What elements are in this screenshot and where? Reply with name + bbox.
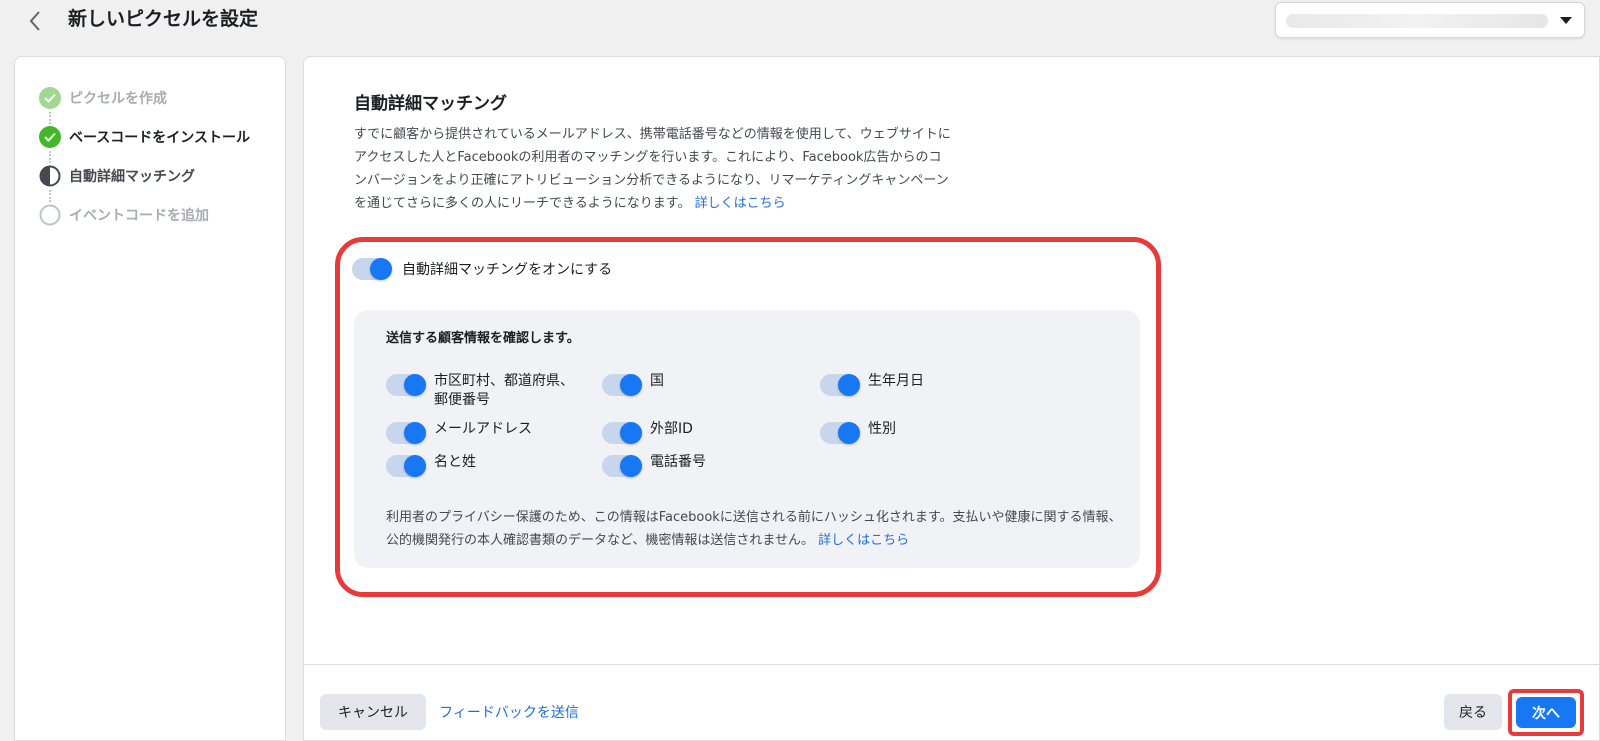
main-panel: 自動詳細マッチング すでに顧客から提供されているメールアドレス、携帯電話番号など… bbox=[303, 56, 1600, 741]
step-add-event-code: イベントコードを追加 bbox=[39, 203, 209, 227]
field-gender: 性別 bbox=[820, 420, 896, 444]
step-label: イベントコードを追加 bbox=[69, 208, 209, 224]
field-label: 性別 bbox=[868, 421, 896, 437]
field-country: 国 bbox=[602, 372, 664, 396]
customer-info-card: 送信する顧客情報を確認します。 市区町村、都道府県、郵便番号 国 生年月日 メー… bbox=[354, 310, 1140, 568]
field-name: 名と姓 bbox=[386, 453, 476, 477]
field-toggle-phone[interactable] bbox=[602, 455, 642, 477]
field-email: メールアドレス bbox=[386, 420, 532, 444]
toggle-knob bbox=[620, 374, 642, 396]
privacy-learn-more-link[interactable]: 詳しくはこちら bbox=[818, 533, 909, 548]
field-toggle-birthdate[interactable] bbox=[820, 374, 860, 396]
toggle-knob bbox=[838, 374, 860, 396]
step-label: ピクセルを作成 bbox=[69, 91, 167, 107]
toggle-knob bbox=[404, 422, 426, 444]
half-circle-icon bbox=[39, 165, 61, 187]
back-arrow-button[interactable] bbox=[22, 6, 48, 36]
step-install-base-code: ベースコードをインストール bbox=[39, 125, 250, 149]
field-toggle-city-state-zip[interactable] bbox=[386, 374, 426, 396]
section-description: すでに顧客から提供されているメールアドレス、携帯電話番号などの情報を使用して、ウ… bbox=[354, 123, 952, 215]
step-create-pixel: ピクセルを作成 bbox=[39, 86, 167, 110]
auto-matching-toggle[interactable] bbox=[352, 258, 392, 280]
field-label: 電話番号 bbox=[650, 454, 706, 470]
privacy-note: 利用者のプライバシー保護のため、この情報はFacebookに送信される前にハッシ… bbox=[386, 506, 1126, 552]
toggle-knob bbox=[620, 422, 642, 444]
step-connector bbox=[49, 112, 51, 124]
empty-circle-icon bbox=[39, 204, 61, 226]
description-text: すでに顧客から提供されているメールアドレス、携帯電話番号などの情報を使用して、ウ… bbox=[354, 127, 951, 211]
send-feedback-link[interactable]: フィードバックを送信 bbox=[434, 694, 584, 730]
caret-down-icon bbox=[1560, 17, 1572, 24]
learn-more-link[interactable]: 詳しくはこちら bbox=[695, 196, 786, 211]
field-label: 生年月日 bbox=[868, 373, 924, 389]
check-circle-icon bbox=[39, 87, 61, 109]
field-birthdate: 生年月日 bbox=[820, 372, 924, 396]
footer-divider bbox=[303, 664, 1600, 665]
field-toggle-gender[interactable] bbox=[820, 422, 860, 444]
cancel-button[interactable]: キャンセル bbox=[320, 694, 426, 730]
field-label: メールアドレス bbox=[434, 421, 532, 437]
step-label: 自動詳細マッチング bbox=[69, 169, 195, 185]
check-circle-icon bbox=[39, 126, 61, 148]
toggle-knob bbox=[838, 422, 860, 444]
account-name-redacted bbox=[1286, 14, 1548, 28]
field-external-id: 外部ID bbox=[602, 420, 693, 444]
next-button-highlight bbox=[1508, 689, 1584, 736]
chevron-left-icon bbox=[29, 11, 40, 31]
toggle-knob bbox=[620, 455, 642, 477]
toggle-knob bbox=[370, 258, 392, 280]
privacy-note-text: 利用者のプライバシー保護のため、この情報はFacebookに送信される前にハッシ… bbox=[386, 510, 1122, 548]
field-toggle-email[interactable] bbox=[386, 422, 426, 444]
step-label: ベースコードをインストール bbox=[69, 130, 251, 146]
toggle-knob bbox=[404, 455, 426, 477]
auto-matching-toggle-row: 自動詳細マッチングをオンにする bbox=[352, 258, 612, 280]
field-city-state-zip: 市区町村、都道府県、郵便番号 bbox=[386, 372, 576, 410]
field-label: 外部ID bbox=[650, 421, 693, 437]
field-toggle-name[interactable] bbox=[386, 455, 426, 477]
field-label: 国 bbox=[650, 373, 664, 389]
step-connector bbox=[49, 190, 51, 202]
auto-matching-toggle-label: 自動詳細マッチングをオンにする bbox=[402, 262, 613, 278]
field-label: 市区町村、都道府県、郵便番号 bbox=[434, 373, 574, 408]
card-title: 送信する顧客情報を確認します。 bbox=[386, 331, 580, 346]
field-phone: 電話番号 bbox=[602, 453, 706, 477]
back-button[interactable]: 戻る bbox=[1444, 694, 1502, 730]
field-label: 名と姓 bbox=[434, 454, 476, 470]
field-toggle-country[interactable] bbox=[602, 374, 642, 396]
section-title: 自動詳細マッチング bbox=[354, 94, 507, 114]
account-select[interactable] bbox=[1275, 2, 1585, 38]
header: 新しいピクセルを設定 bbox=[0, 0, 1600, 46]
step-connector bbox=[49, 151, 51, 163]
steps-panel: ピクセルを作成 ベースコードをインストール 自動詳細マッチング イベントコードを… bbox=[14, 56, 286, 741]
step-advanced-matching: 自動詳細マッチング bbox=[39, 164, 195, 188]
field-toggle-external-id[interactable] bbox=[602, 422, 642, 444]
page-title: 新しいピクセルを設定 bbox=[68, 8, 259, 30]
toggle-knob bbox=[404, 374, 426, 396]
